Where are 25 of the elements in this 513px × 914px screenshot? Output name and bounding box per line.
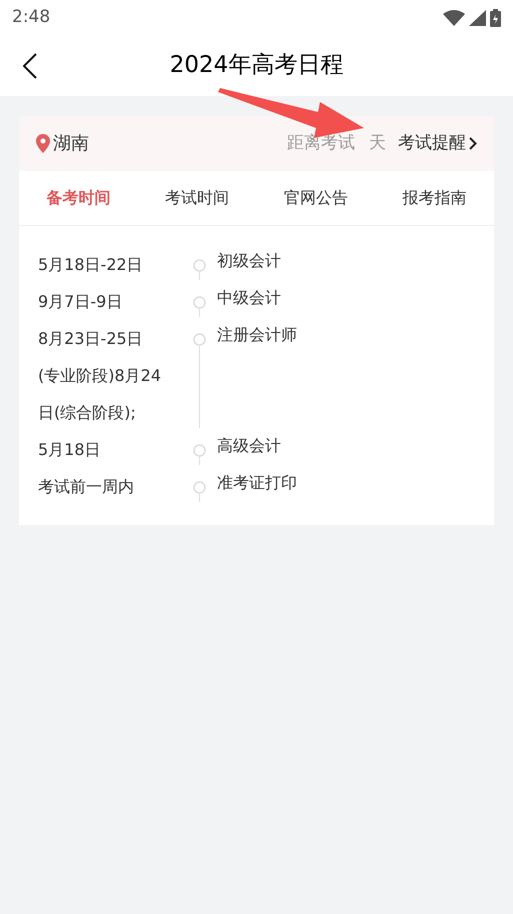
timeline-date: 5月18日 xyxy=(38,439,102,461)
timeline-event: 高级会计 xyxy=(217,435,281,457)
tab[interactable]: 报考指南 xyxy=(375,186,494,210)
timeline-event: 初级会计 xyxy=(217,250,281,272)
back-icon xyxy=(23,53,37,79)
tab[interactable]: 备考时间 xyxy=(19,186,138,210)
page-title: 2024年高考日程 xyxy=(170,51,344,80)
timeline-date: 考试前一周内 xyxy=(38,476,135,498)
wifi-icon xyxy=(443,10,465,26)
tab[interactable]: 考试时间 xyxy=(138,186,256,210)
location-label: 湖南 xyxy=(53,132,89,156)
signal-icon xyxy=(469,10,486,26)
timeline-date: 8月23日-25日(专业阶段)8月24日(综合阶段); xyxy=(38,328,162,424)
timeline-date: 9月7日-9日 xyxy=(38,291,124,313)
battery-icon xyxy=(490,8,501,26)
timeline-event: 中级会计 xyxy=(217,287,281,309)
timeline-event: 准考证打印 xyxy=(217,472,297,494)
countdown-unit: 天 xyxy=(369,132,386,155)
tab[interactable]: 官网公告 xyxy=(256,186,376,210)
location-pin-icon xyxy=(36,134,50,153)
timeline-event: 注册会计师 xyxy=(217,324,297,346)
chevron-right-icon xyxy=(469,137,477,150)
timeline-date: 5月18日-22日 xyxy=(38,254,144,276)
status-time: 2:48 xyxy=(12,6,50,29)
reminder-link[interactable]: 考试提醒 xyxy=(398,130,477,156)
